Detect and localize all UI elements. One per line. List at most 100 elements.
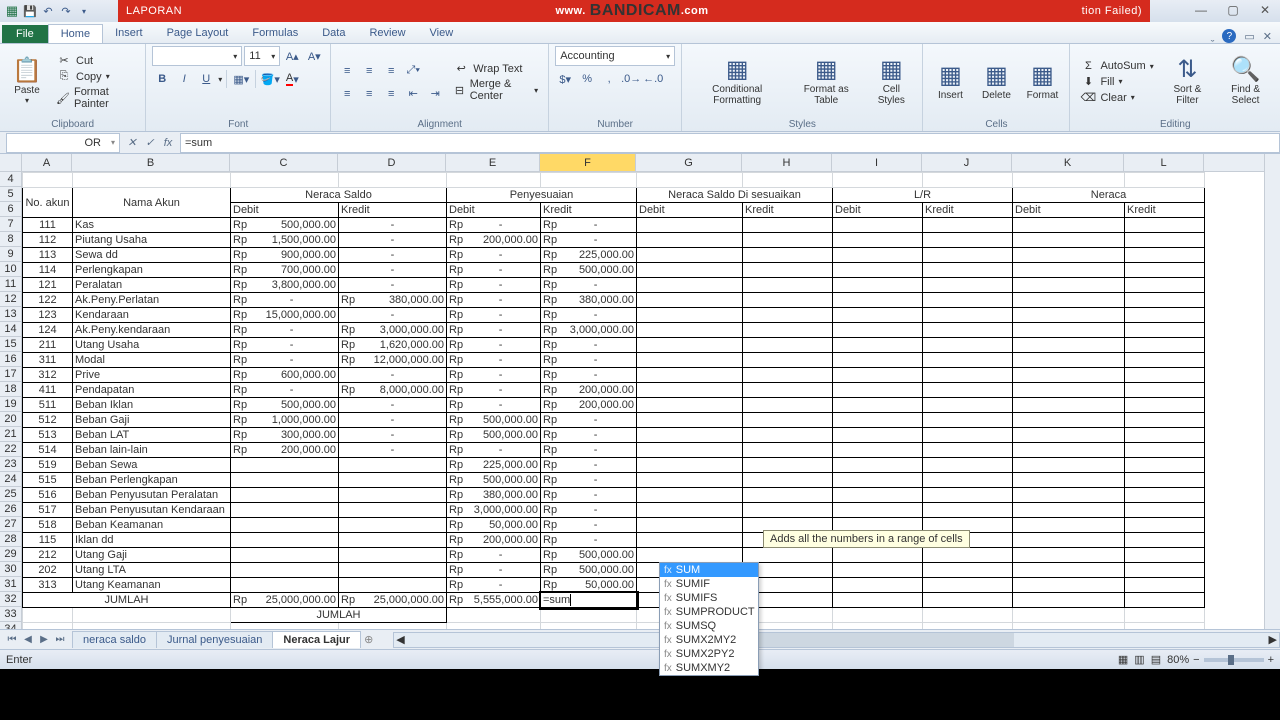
row-header[interactable]: 20 [0,412,21,427]
sheet-nav-next-icon[interactable]: ▶ [36,634,52,645]
row-header[interactable]: 22 [0,442,21,457]
col-header-A[interactable]: A [22,154,72,171]
worksheet-grid[interactable]: ABCDEFGHIJKL 456789101112131415161718192… [0,154,1280,629]
close-button[interactable]: ✕ [1256,2,1274,18]
row-header[interactable]: 15 [0,337,21,352]
cut-button[interactable]: ✂Cut [52,53,139,68]
find-select-button[interactable]: 🔍Find & Select [1217,49,1274,115]
new-sheet-icon[interactable]: ⊕ [364,633,373,646]
row-header[interactable]: 12 [0,292,21,307]
row-header[interactable]: 25 [0,487,21,502]
percent-icon[interactable]: % [577,69,597,89]
zoom-in-icon[interactable]: + [1268,654,1274,666]
row-headers[interactable]: 4567891011121314151617181920212223242526… [0,172,22,629]
row-header[interactable]: 21 [0,427,21,442]
redo-icon[interactable]: ↷ [58,3,74,19]
sheet-nav-first-icon[interactable]: ⏮ [4,634,20,645]
format-painter-button[interactable]: 🖌Format Painter [52,85,139,111]
row-header[interactable]: 4 [0,172,21,187]
col-header-B[interactable]: B [72,154,230,171]
row-header[interactable]: 17 [0,367,21,382]
help-minimize-icon[interactable]: ˬ [1211,30,1215,42]
col-header-H[interactable]: H [742,154,832,171]
increase-indent-icon[interactable]: ⇥ [425,84,445,104]
col-header-I[interactable]: I [832,154,922,171]
row-header[interactable]: 6 [0,202,21,217]
fx-icon[interactable]: fx [160,137,176,149]
row-header[interactable]: 30 [0,562,21,577]
copy-button[interactable]: ⎘Copy▾ [52,69,139,84]
italic-button[interactable]: I [174,69,194,89]
minimize-button[interactable]: — [1192,2,1210,18]
row-header[interactable]: 31 [0,577,21,592]
cancel-formula-icon[interactable]: ✕ [124,136,140,149]
align-top-icon[interactable]: ≡ [337,61,357,81]
autocomplete-item[interactable]: fxSUMXMY2 [660,661,758,675]
col-header-K[interactable]: K [1012,154,1124,171]
close-workbook-icon[interactable]: ✕ [1263,30,1272,43]
delete-cells-button[interactable]: ▦Delete [975,49,1017,115]
fill-button[interactable]: ⬇Fill▾ [1076,74,1157,89]
help-icon[interactable]: ? [1222,29,1236,43]
orientation-icon[interactable]: ⤢▾ [403,61,423,81]
format-cells-button[interactable]: ▦Format [1021,49,1063,115]
enter-formula-icon[interactable]: ✓ [142,136,158,149]
decrease-decimal-icon[interactable]: ←.0 [643,69,663,89]
select-all-corner[interactable] [0,154,22,172]
col-header-G[interactable]: G [636,154,742,171]
increase-decimal-icon[interactable]: .0→ [621,69,641,89]
zoom-slider[interactable] [1204,658,1264,662]
col-header-L[interactable]: L [1124,154,1204,171]
tab-insert[interactable]: Insert [103,24,155,43]
row-header[interactable]: 8 [0,232,21,247]
zoom-out-icon[interactable]: − [1193,654,1199,666]
autosum-button[interactable]: ΣAutoSum▾ [1076,59,1157,73]
tab-data[interactable]: Data [310,24,357,43]
row-header[interactable]: 33 [0,607,21,622]
tab-formulas[interactable]: Formulas [240,24,310,43]
view-normal-icon[interactable]: ▦ [1118,653,1128,666]
col-header-E[interactable]: E [446,154,540,171]
maximize-button[interactable]: ▢ [1224,2,1242,18]
zoom-level[interactable]: 80% [1167,654,1189,666]
vertical-scrollbar[interactable] [1264,154,1280,629]
row-header[interactable]: 26 [0,502,21,517]
tab-file[interactable]: File [2,25,48,43]
row-header[interactable]: 24 [0,472,21,487]
font-color-button[interactable]: A▾ [282,69,302,89]
wrap-text-button[interactable]: ↩Wrap Text [449,61,542,76]
align-middle-icon[interactable]: ≡ [359,61,379,81]
view-pagebreak-icon[interactable]: ▤ [1151,653,1161,666]
border-button[interactable]: ▦▾ [231,69,251,89]
autocomplete-item[interactable]: fxSUMX2MY2 [660,633,758,647]
autocomplete-item[interactable]: fxSUMSQ [660,619,758,633]
restore-window-icon[interactable]: ▭ [1244,30,1254,43]
row-header[interactable]: 29 [0,547,21,562]
row-header[interactable]: 32 [0,592,21,607]
align-right-icon[interactable]: ≡ [381,84,401,104]
autocomplete-item[interactable]: fxSUMPRODUCT [660,605,758,619]
align-left-icon[interactable]: ≡ [337,84,357,104]
col-header-J[interactable]: J [922,154,1012,171]
align-bottom-icon[interactable]: ≡ [381,61,401,81]
merge-center-button[interactable]: ⊟Merge & Center▾ [449,77,542,103]
comma-icon[interactable]: , [599,69,619,89]
decrease-font-icon[interactable]: A▾ [304,46,324,66]
name-box[interactable]: OR▾ [6,133,120,153]
sheet-tab[interactable]: Neraca Lajur [272,631,361,648]
formula-autocomplete[interactable]: fxSUMfxSUMIFfxSUMIFSfxSUMPRODUCTfxSUMSQf… [659,562,759,676]
underline-button[interactable]: U [196,69,216,89]
font-size-select[interactable]: 11▾ [244,46,280,66]
horizontal-scrollbar[interactable]: ◀▶ [393,632,1280,648]
row-header[interactable]: 28 [0,532,21,547]
font-family-select[interactable]: ▾ [152,46,242,66]
number-format-select[interactable]: Accounting▾ [555,46,675,66]
row-header[interactable]: 9 [0,247,21,262]
clear-button[interactable]: ⌫Clear▾ [1076,90,1157,105]
currency-icon[interactable]: $▾ [555,69,575,89]
increase-font-icon[interactable]: A▴ [282,46,302,66]
row-header[interactable]: 10 [0,262,21,277]
autocomplete-item[interactable]: fxSUM [660,563,758,577]
cells-area[interactable]: No. akunNama AkunNeraca SaldoPenyesuaian… [22,172,1264,629]
format-as-table-button[interactable]: ▦Format as Table [790,49,862,115]
